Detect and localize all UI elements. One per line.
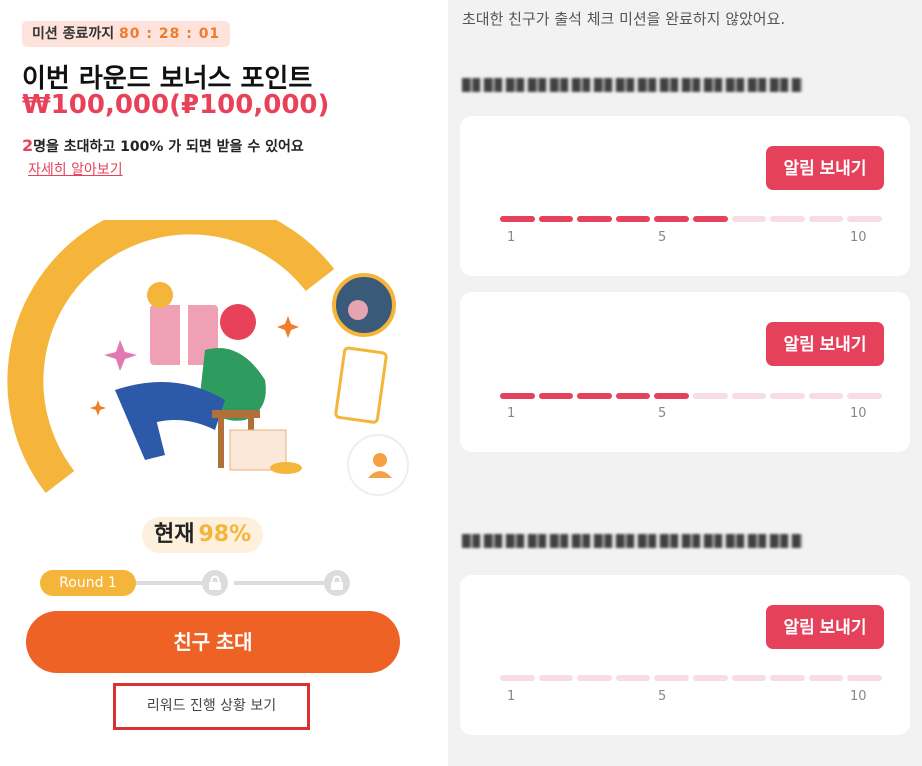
progress-segment — [654, 393, 689, 399]
tick-label: 10 — [850, 230, 867, 245]
mission-description: 2명을 초대하고 100% 가 되면 받을 수 있어요 — [22, 136, 304, 156]
progress-segment — [654, 216, 689, 222]
blurred-friend-name — [462, 78, 802, 92]
tick-label: 5 — [658, 406, 667, 421]
current-label: 현재 — [154, 522, 195, 547]
round-1-pill: Round 1 — [40, 570, 136, 596]
progress-segment — [731, 216, 767, 222]
progress-segment — [615, 216, 651, 222]
progress-segment — [770, 216, 805, 222]
progress-segment — [500, 393, 535, 399]
progress-segment — [615, 675, 651, 681]
progress-segment — [847, 216, 882, 222]
progress-segment — [731, 675, 767, 681]
mission-incomplete-note: 초대한 친구가 출석 체크 미션을 완료하지 않았어요. — [462, 10, 786, 28]
timer-value: 80 : 28 : 01 — [119, 26, 221, 42]
mission-timer-badge: 미션 종료까지 80 : 28 : 01 — [22, 21, 231, 47]
progress-segment — [770, 675, 805, 681]
send-reminder-button[interactable]: 알림 보내기 — [766, 605, 884, 649]
progress-segment — [615, 393, 651, 399]
send-reminder-button[interactable]: 알림 보내기 — [766, 322, 884, 366]
left-panel: 미션 종료까지 80 : 28 : 01 이번 라운드 보너스 포인트 ₩100… — [0, 0, 430, 766]
tick-label: 5 — [658, 689, 667, 704]
invite-friend-button[interactable]: 친구 초대 — [26, 611, 400, 673]
friend-card: 알림 보내기 1 5 10 — [460, 575, 910, 735]
lock-icon — [202, 570, 228, 596]
learn-more-link[interactable]: 자세히 알아보기 — [28, 159, 123, 179]
blurred-friend-name — [462, 534, 802, 548]
progress-segment — [577, 216, 612, 222]
tick-label: 10 — [850, 406, 867, 421]
right-panel: 초대한 친구가 출석 체크 미션을 완료하지 않았어요. 알림 보내기 1 5 … — [448, 0, 922, 766]
progress-segment — [538, 675, 574, 681]
description-text: 명을 초대하고 100% 가 되면 받을 수 있어요 — [33, 139, 304, 155]
progress-segment — [693, 216, 728, 222]
progress-segment — [500, 675, 535, 681]
send-reminder-button[interactable]: 알림 보내기 — [766, 146, 884, 190]
reward-progress-link[interactable]: 리워드 진행 상황 보기 — [113, 683, 310, 730]
bonus-amount: ₩100,000(₽100,000) — [22, 90, 330, 120]
progress-illustration — [7, 220, 409, 496]
progress-segment — [770, 393, 805, 399]
tick-label: 1 — [507, 689, 516, 704]
round-connector — [234, 581, 324, 585]
tick-label: 1 — [507, 406, 516, 421]
tick-label: 10 — [850, 689, 867, 704]
progress-segment — [731, 393, 767, 399]
progress-segment — [847, 393, 882, 399]
progress-segment — [500, 216, 535, 222]
attendance-progress-bar — [500, 216, 882, 222]
progress-segment — [808, 675, 844, 681]
progress-segment — [654, 675, 689, 681]
attendance-progress-bar — [500, 393, 882, 399]
progress-segment — [693, 675, 728, 681]
current-percent: 98% — [198, 522, 252, 547]
tick-label: 1 — [507, 230, 516, 245]
progress-segment — [808, 393, 844, 399]
progress-segment — [808, 216, 844, 222]
progress-segment — [538, 216, 574, 222]
lock-icon — [324, 570, 350, 596]
progress-segment — [577, 675, 612, 681]
attendance-progress-bar — [500, 675, 882, 681]
timer-label: 미션 종료까지 — [32, 26, 115, 42]
current-progress: 현재 98% — [142, 517, 264, 553]
progress-segment — [693, 393, 728, 399]
tick-label: 5 — [658, 230, 667, 245]
round-stepper: Round 1 — [40, 566, 370, 600]
friend-card: 알림 보내기 1 5 10 — [460, 116, 910, 276]
progress-segment — [538, 393, 574, 399]
round-connector — [132, 581, 212, 585]
progress-segment — [577, 393, 612, 399]
friend-card: 알림 보내기 1 5 10 — [460, 292, 910, 452]
progress-segment — [847, 675, 882, 681]
invite-count: 2 — [22, 136, 34, 155]
envelope-icon — [334, 346, 388, 424]
